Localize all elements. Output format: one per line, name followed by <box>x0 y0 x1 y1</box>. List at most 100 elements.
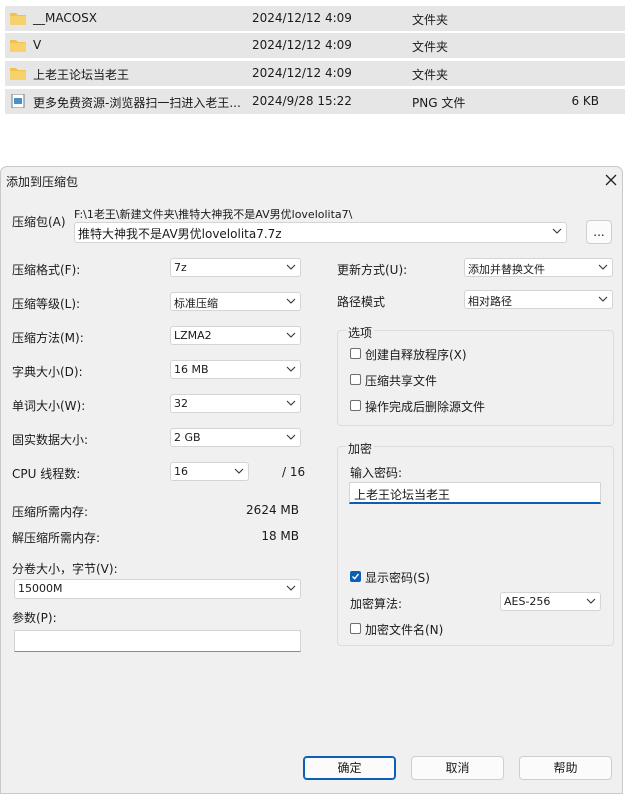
path-mode-value: 相对路径 <box>468 295 512 308</box>
level-label: 压缩等级(L): <box>12 297 81 311</box>
mem-compress-value: 2624 MB <box>246 503 299 517</box>
solid-label: 固实数据大小: <box>12 433 89 447</box>
file-row[interactable]: 上老王论坛当老王 2024/12/12 4:09 文件夹 <box>5 61 625 86</box>
file-size: 6 KB <box>571 94 599 108</box>
file-date: 2024/12/12 4:09 <box>252 66 352 80</box>
chevron-down-icon <box>286 332 296 338</box>
volume-combo[interactable]: 15000M <box>14 579 301 599</box>
level-select[interactable]: 标准压缩 <box>170 292 301 311</box>
format-value: 7z <box>174 261 187 274</box>
archive-name-combo[interactable]: 推特大神我不是AV男优lovelolita7.7z <box>74 222 567 243</box>
file-row[interactable]: 更多免费资源-浏览器扫一扫进入老王... 2024/9/28 15:22 PNG… <box>5 89 625 114</box>
params-label: 参数(P): <box>12 611 57 625</box>
file-row[interactable]: V 2024/12/12 4:09 文件夹 <box>5 33 625 58</box>
browse-button[interactable]: ... <box>586 220 612 244</box>
sfx-checkbox[interactable] <box>350 348 361 359</box>
show-password-checkbox[interactable] <box>350 571 361 582</box>
password-value: 上老王论坛当老王 <box>354 488 451 502</box>
file-date: 2024/12/12 4:09 <box>252 11 352 25</box>
word-label: 单词大小(W): <box>12 399 86 413</box>
path-mode-label: 路径模式 <box>337 295 386 309</box>
threads-label: CPU 线程数: <box>12 467 81 481</box>
word-value: 32 <box>174 397 188 410</box>
help-button[interactable]: 帮助 <box>519 756 612 780</box>
folder-icon <box>10 40 26 52</box>
format-label: 压缩格式(F): <box>12 263 81 277</box>
sfx-label[interactable]: 创建自释放程序(X) <box>365 346 467 363</box>
mem-compress-label: 压缩所需内存: <box>12 505 89 519</box>
shared-files-checkbox[interactable] <box>350 374 361 385</box>
dialog-title: 添加到压缩包 <box>6 175 79 189</box>
add-to-archive-dialog: 添加到压缩包 压缩包(A) F:\1老王\新建文件夹\推特大神我不是AV男优lo… <box>0 166 623 794</box>
ok-button[interactable]: 确定 <box>303 756 396 780</box>
encryption-method-label: 加密算法: <box>350 597 403 611</box>
update-label: 更新方式(U): <box>337 263 408 277</box>
file-type: 文件夹 <box>412 13 449 27</box>
shared-files-label[interactable]: 压缩共享文件 <box>365 372 437 389</box>
chevron-down-icon <box>552 228 562 234</box>
method-value: LZMA2 <box>174 329 212 342</box>
encryption-method-select[interactable]: AES-256 <box>500 592 601 611</box>
format-select[interactable]: 7z <box>170 258 301 277</box>
delete-source-label[interactable]: 操作完成后删除源文件 <box>365 398 485 415</box>
file-type: PNG 文件 <box>412 96 466 110</box>
encryption-method-value: AES-256 <box>504 595 551 608</box>
show-password-label[interactable]: 显示密码(S) <box>365 569 430 586</box>
method-select[interactable]: LZMA2 <box>170 326 301 345</box>
volume-label: 分卷大小，字节(V): <box>12 562 118 576</box>
dict-label: 字典大小(D): <box>12 365 83 379</box>
close-icon[interactable] <box>605 174 617 186</box>
file-name: V <box>33 38 42 52</box>
cancel-button[interactable]: 取消 <box>411 756 504 780</box>
chevron-down-icon <box>234 468 244 474</box>
solid-select[interactable]: 2 GB <box>170 428 301 447</box>
file-date: 2024/12/12 4:09 <box>252 38 352 52</box>
chevron-down-icon <box>286 434 296 440</box>
chevron-down-icon <box>286 585 296 591</box>
chevron-down-icon <box>586 598 596 604</box>
file-name: __MACOSX <box>33 11 98 25</box>
threads-select[interactable]: 16 <box>170 462 249 481</box>
delete-source-checkbox[interactable] <box>350 400 361 411</box>
encrypt-names-label[interactable]: 加密文件名(N) <box>365 621 443 638</box>
chevron-down-icon <box>286 400 296 406</box>
level-value: 标准压缩 <box>174 297 218 310</box>
chevron-down-icon <box>598 264 608 270</box>
update-select[interactable]: 添加并替换文件 <box>464 258 613 277</box>
mem-decompress-value: 18 MB <box>261 529 299 543</box>
update-value: 添加并替换文件 <box>468 263 545 276</box>
volume-value: 15000M <box>18 582 63 595</box>
params-input[interactable] <box>14 630 301 652</box>
word-select[interactable]: 32 <box>170 394 301 413</box>
encryption-title: 加密 <box>346 440 375 457</box>
file-date: 2024/9/28 15:22 <box>252 94 352 108</box>
threads-value: 16 <box>174 465 188 478</box>
folder-icon <box>10 68 26 80</box>
archive-name-value: 推特大神我不是AV男优lovelolita7.7z <box>78 227 282 241</box>
checkmark-icon <box>352 573 360 580</box>
archive-label: 压缩包(A) <box>12 215 66 229</box>
chevron-down-icon <box>286 366 296 372</box>
mem-decompress-label: 解压缩所需内存: <box>12 531 101 545</box>
file-name: 上老王论坛当老王 <box>33 68 130 82</box>
dict-value: 16 MB <box>174 363 209 376</box>
file-name: 更多免费资源-浏览器扫一扫进入老王... <box>33 96 241 110</box>
encrypt-names-checkbox[interactable] <box>350 623 361 634</box>
threads-total: / 16 <box>282 465 306 479</box>
chevron-down-icon <box>286 264 296 270</box>
folder-icon <box>10 13 26 25</box>
file-row[interactable]: __MACOSX 2024/12/12 4:09 文件夹 <box>5 6 625 31</box>
image-file-icon <box>11 94 25 108</box>
chevron-down-icon <box>598 296 608 302</box>
method-label: 压缩方法(M): <box>12 331 84 345</box>
password-input[interactable]: 上老王论坛当老王 <box>349 482 601 504</box>
options-title: 选项 <box>346 324 375 341</box>
solid-value: 2 GB <box>174 431 201 444</box>
archive-path: F:\1老王\新建文件夹\推特大神我不是AV男优lovelolita7\ <box>74 208 353 221</box>
file-type: 文件夹 <box>412 40 449 54</box>
file-type: 文件夹 <box>412 68 449 82</box>
dict-select[interactable]: 16 MB <box>170 360 301 379</box>
chevron-down-icon <box>286 298 296 304</box>
password-label: 输入密码: <box>350 466 403 480</box>
path-mode-select[interactable]: 相对路径 <box>464 290 613 309</box>
